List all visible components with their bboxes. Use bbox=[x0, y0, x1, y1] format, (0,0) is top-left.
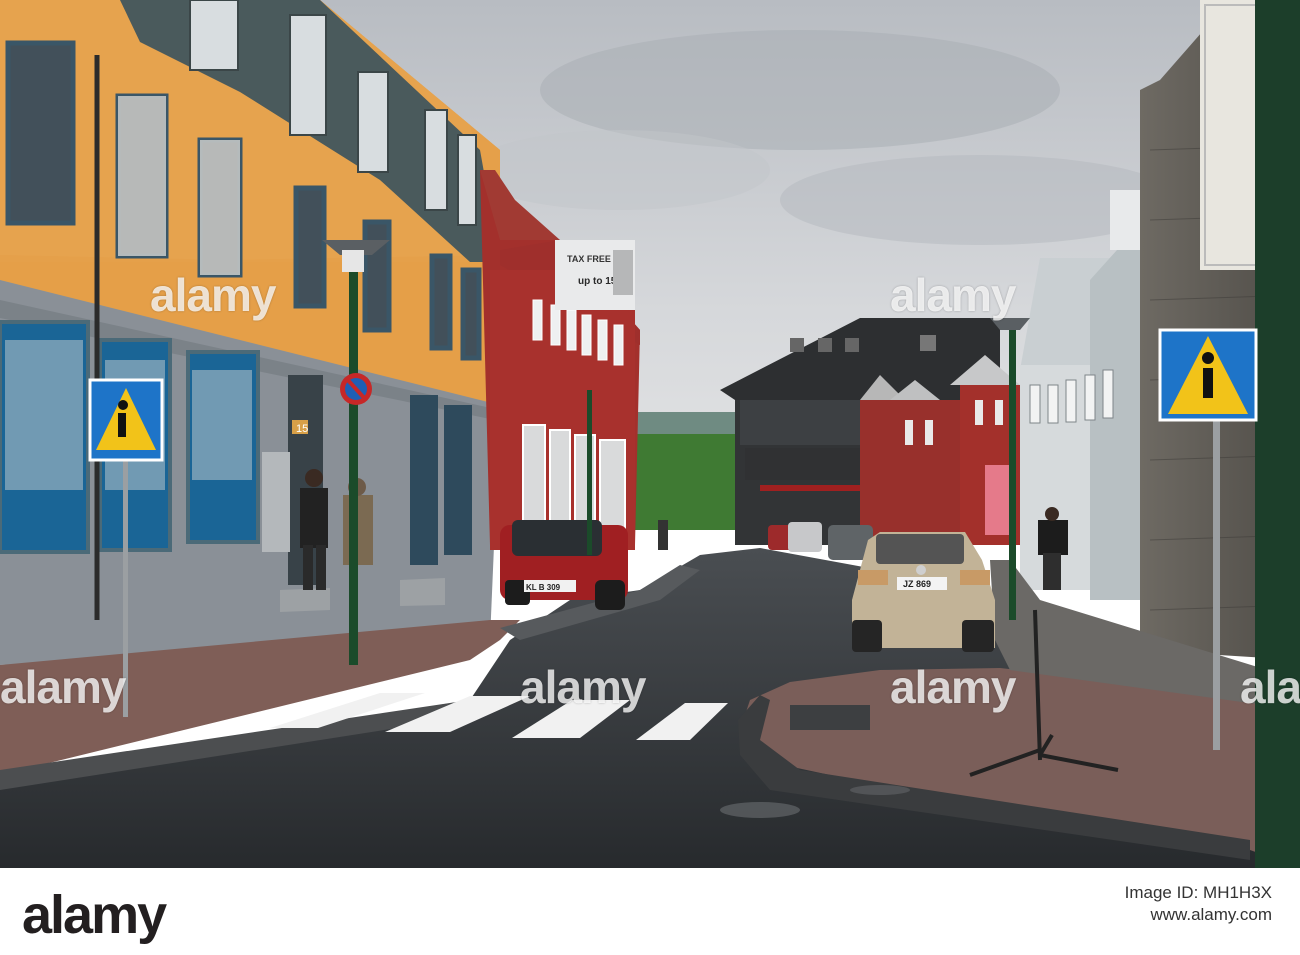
plate-left: KL B 309 bbox=[526, 583, 561, 592]
yellow-building: 15 bbox=[0, 0, 500, 665]
street-scene: 15 TAX FREE up to 15% KL B 309 JZ 869 bbox=[0, 0, 1300, 868]
plate-right: JZ 869 bbox=[903, 579, 931, 589]
no-parking-sign bbox=[340, 373, 372, 405]
watermark: alamy bbox=[1240, 661, 1300, 713]
footer-info: Image ID: MH1H3X www.alamy.com bbox=[1125, 882, 1272, 926]
street-photo: 15 TAX FREE up to 15% KL B 309 JZ 869 al… bbox=[0, 0, 1300, 868]
image-id: Image ID: MH1H3X bbox=[1124, 883, 1272, 902]
alamy-logo: alamy bbox=[22, 885, 167, 945]
watermark: alamy bbox=[150, 269, 276, 321]
site-url[interactable]: www.alamy.com bbox=[1125, 904, 1272, 926]
footer-bar: alamy Image ID: MH1H3X www.alamy.com bbox=[0, 868, 1300, 955]
watermark: alamy bbox=[520, 661, 646, 713]
watermark: alamy bbox=[890, 269, 1016, 321]
beige-car: JZ 869 bbox=[852, 532, 995, 652]
watermark: alamy bbox=[890, 661, 1016, 713]
house-number: 15 bbox=[296, 423, 308, 435]
watermark: alamy bbox=[0, 661, 126, 713]
red-car: KL B 309 bbox=[500, 520, 628, 610]
billboard-brand: TAX FREE bbox=[567, 254, 611, 264]
distant-car bbox=[788, 522, 822, 552]
